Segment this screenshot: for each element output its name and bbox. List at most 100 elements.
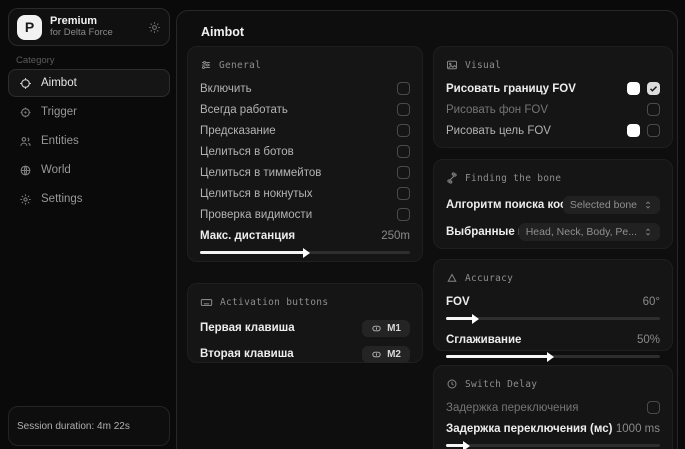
sidebar-item-label: Aimbot	[41, 77, 77, 89]
setting-row-enable: Включить	[200, 78, 410, 99]
keyboard-icon	[200, 296, 213, 309]
setting-label: Целиться в нокнутых	[200, 188, 313, 200]
page-title: Aimbot	[201, 25, 244, 39]
selected-value: Head, Neck, Body, Pe...	[526, 226, 637, 238]
draw-fov-target-checkbox[interactable]	[647, 124, 660, 137]
bone-algorithm-row: Алгоритм поиска кост Selected bone	[446, 191, 660, 218]
slider-fill	[446, 317, 474, 320]
setting-row-target-teammates: Целиться в тиммейтов	[200, 162, 410, 183]
target-teammates-checkbox[interactable]	[397, 166, 410, 179]
key-binding-value: M2	[387, 349, 401, 360]
setting-label: Сглаживание	[446, 334, 521, 346]
setting-label: Вторая клавиша	[200, 348, 294, 360]
visual-card-title: Visual	[465, 60, 501, 71]
general-card-title: General	[219, 60, 261, 71]
mouse-icon	[371, 323, 382, 334]
sidebar-item-trigger[interactable]: Trigger	[8, 98, 170, 126]
switch-delay-card: Switch Delay Задержка переключения Задер…	[433, 365, 673, 449]
sidebar-item-settings[interactable]: Settings	[8, 185, 170, 213]
smoothing-slider[interactable]	[446, 355, 660, 358]
accuracy-card-title: Accuracy	[465, 273, 513, 284]
image-icon	[446, 59, 458, 71]
globe-icon	[19, 164, 32, 177]
setting-label: Целиться в ботов	[200, 146, 294, 158]
setting-label: Всегда работать	[200, 104, 288, 116]
max-distance-value: 250m	[381, 230, 410, 242]
mouse-icon	[371, 349, 382, 360]
setting-label: Проверка видимости	[200, 209, 312, 221]
bone-card-title: Finding the bone	[465, 173, 561, 184]
accuracy-card-header: Accuracy	[446, 270, 660, 286]
setting-row-always-work: Всегда работать	[200, 99, 410, 120]
selected-bones-row: Выбранные кос Head, Neck, Body, Pe...	[446, 218, 660, 245]
product-name: Premium	[50, 15, 140, 28]
always-work-checkbox[interactable]	[397, 103, 410, 116]
setting-row-prediction: Предсказание	[200, 120, 410, 141]
draw-fov-background-checkbox[interactable]	[647, 103, 660, 116]
max-distance-slider[interactable]	[200, 251, 410, 254]
accuracy-card: Accuracy FOV 60° Сглаживание 50%	[433, 259, 673, 351]
sidebar-item-label: Trigger	[41, 106, 77, 118]
sidebar-item-aimbot[interactable]: Aimbot	[8, 69, 170, 97]
slider-fill	[446, 444, 465, 447]
chevron-up-down-icon	[643, 227, 653, 237]
target-bots-checkbox[interactable]	[397, 145, 410, 158]
smoothing-row: Сглаживание 50%	[446, 329, 660, 350]
switch-delay-slider[interactable]	[446, 444, 660, 447]
entities-icon	[19, 135, 32, 148]
product-subtitle: for Delta Force	[50, 28, 140, 39]
row-controls	[647, 103, 660, 116]
target-knocked-checkbox[interactable]	[397, 187, 410, 200]
visibility-check-checkbox[interactable]	[397, 208, 410, 221]
sidebar-nav: Aimbot Trigger Entities	[8, 69, 170, 214]
switch-delay-checkbox[interactable]	[647, 401, 660, 414]
setting-label: Целиться в тиммейтов	[200, 167, 321, 179]
fov-target-color-swatch[interactable]	[627, 124, 640, 137]
gear-icon[interactable]	[148, 21, 161, 34]
bone-card-header: Finding the bone	[446, 170, 660, 186]
main-panel: Aimbot General Включить Всегда работать …	[176, 10, 678, 449]
slider-fill	[200, 251, 305, 254]
enable-checkbox[interactable]	[397, 82, 410, 95]
setting-label: Включить	[200, 83, 252, 95]
sidebar: P Premium for Delta Force Category Aimbo…	[0, 0, 176, 449]
slider-thumb[interactable]	[547, 352, 554, 362]
sidebar-item-world[interactable]: World	[8, 156, 170, 184]
fov-slider[interactable]	[446, 317, 660, 320]
product-logo: P	[17, 15, 42, 40]
first-key-row: Первая клавиша M1	[200, 315, 410, 341]
slider-fill	[446, 355, 549, 358]
first-key-button[interactable]: M1	[362, 320, 410, 337]
selected-bones-select[interactable]: Head, Neck, Body, Pe...	[519, 223, 660, 241]
setting-row-target-bots: Целиться в ботов	[200, 141, 410, 162]
sidebar-item-entities[interactable]: Entities	[8, 127, 170, 155]
general-card: General Включить Всегда работать Предска…	[187, 46, 423, 262]
setting-label: Алгоритм поиска кост	[446, 199, 563, 211]
setting-label: Задержка переключения	[446, 402, 578, 414]
fov-border-color-swatch[interactable]	[627, 82, 640, 95]
setting-row-target-knocked: Целиться в нокнутых	[200, 183, 410, 204]
slider-thumb[interactable]	[463, 441, 470, 449]
bone-icon	[446, 172, 458, 184]
setting-row-max-distance: Макс. дистанция 250m	[200, 225, 410, 246]
product-header[interactable]: P Premium for Delta Force	[8, 8, 170, 46]
second-key-row: Вторая клавиша M2	[200, 341, 410, 367]
prediction-checkbox[interactable]	[397, 124, 410, 137]
switch-delay-card-header: Switch Delay	[446, 376, 660, 392]
sidebar-item-label: Settings	[41, 193, 83, 205]
setting-label: Рисовать границу FOV	[446, 83, 576, 95]
visual-card-header: Visual	[446, 57, 660, 73]
slider-thumb[interactable]	[303, 248, 310, 258]
clock-icon	[446, 378, 458, 390]
second-key-button[interactable]: M2	[362, 346, 410, 363]
sidebar-item-label: World	[41, 164, 71, 176]
category-label: Category	[16, 55, 55, 66]
setting-label: Макс. дистанция	[200, 230, 295, 242]
bone-algorithm-select[interactable]: Selected bone	[563, 196, 660, 214]
draw-fov-border-checkbox[interactable]	[647, 82, 660, 95]
trigger-icon	[19, 106, 32, 119]
slider-thumb[interactable]	[472, 314, 479, 324]
draw-fov-border-row: Рисовать границу FOV	[446, 78, 660, 99]
setting-row-visibility-check: Проверка видимости	[200, 204, 410, 225]
finding-bone-card: Finding the bone Алгоритм поиска кост Se…	[433, 159, 673, 249]
